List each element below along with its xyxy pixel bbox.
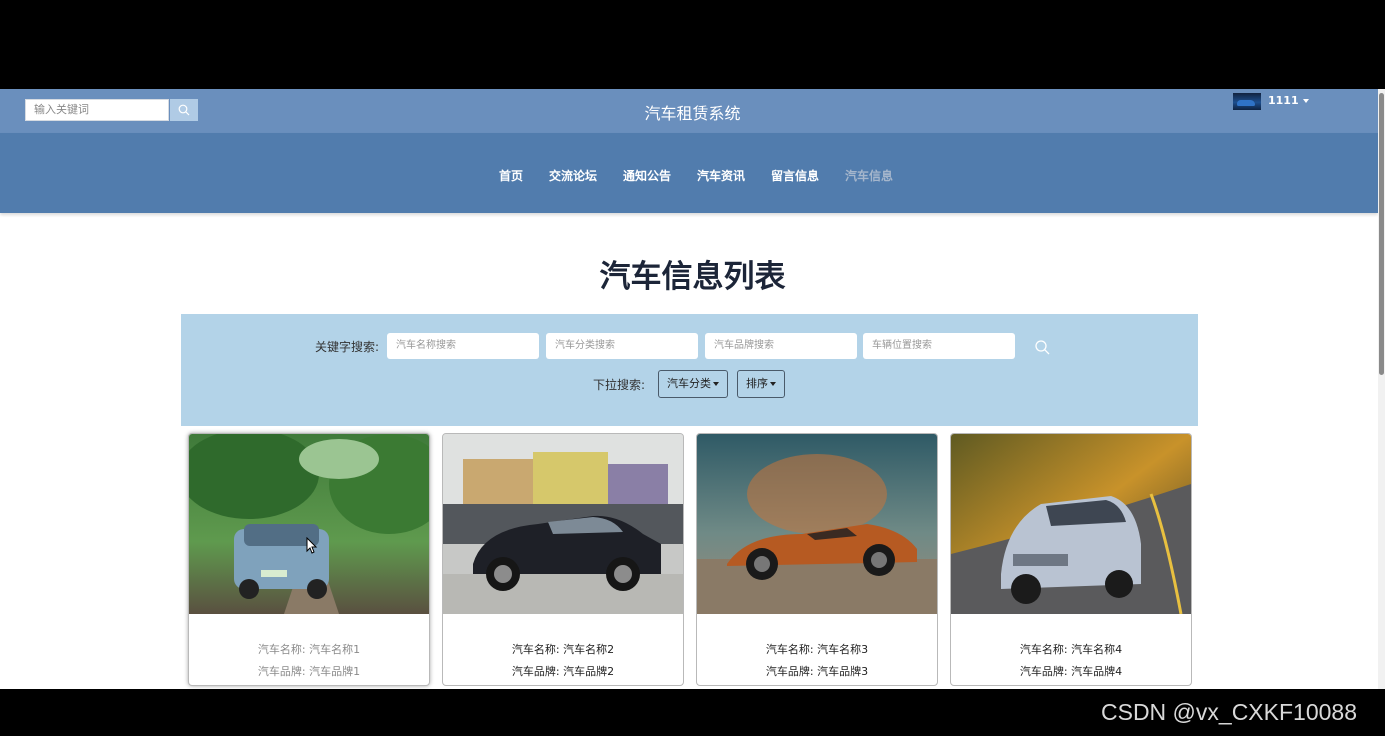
top-bar: 输入关键词 汽车租赁系统 1111 xyxy=(0,89,1378,133)
car-photo xyxy=(697,434,937,614)
car-brand: 汽车品牌: 汽车品牌4 xyxy=(1019,665,1123,678)
sort-dropdown-label: 排序 xyxy=(746,377,768,390)
car-name-search-input[interactable]: 汽车名称搜索 xyxy=(387,333,539,359)
site-title: 汽车租赁系统 xyxy=(644,104,741,123)
mouse-cursor-icon xyxy=(306,537,318,554)
nav-item-forum[interactable]: 交流论坛 xyxy=(549,167,597,184)
car-photo xyxy=(951,434,1191,614)
car-card[interactable]: 汽车名称: 汽车名称3 汽车品牌: 汽车品牌3 xyxy=(696,433,938,686)
user-name[interactable]: 1111 xyxy=(1268,94,1299,107)
car-card[interactable]: 汽车名称: 汽车名称1 汽车品牌: 汽车品牌1 xyxy=(188,433,430,686)
scrollbar[interactable] xyxy=(1378,89,1385,689)
avatar[interactable] xyxy=(1233,93,1261,110)
caret-down-icon xyxy=(770,382,776,386)
dropdown-search-label: 下拉搜索: xyxy=(593,378,646,392)
car-photo xyxy=(443,434,683,614)
car-card[interactable]: 汽车名称: 汽车名称2 汽车品牌: 汽车品牌2 xyxy=(442,433,684,686)
nav-item-home[interactable]: 首页 xyxy=(499,167,523,184)
car-brand-search-input[interactable]: 汽车品牌搜索 xyxy=(705,333,857,359)
main-nav: 首页 交流论坛 通知公告 汽车资讯 留言信息 汽车信息 xyxy=(0,133,1378,213)
nav-item-news[interactable]: 汽车资讯 xyxy=(697,167,745,184)
nav-item-car-info[interactable]: 汽车信息 xyxy=(845,167,893,184)
car-location-search-input[interactable]: 车辆位置搜索 xyxy=(863,333,1015,359)
car-name: 汽车名称: 汽车名称3 xyxy=(765,643,869,656)
category-dropdown-label: 汽车分类 xyxy=(667,377,711,390)
car-brand: 汽车品牌: 汽车品牌1 xyxy=(257,665,361,678)
car-category-search-input[interactable]: 汽车分类搜索 xyxy=(546,333,698,359)
search-icon[interactable] xyxy=(1035,340,1050,355)
car-brand: 汽车品牌: 汽车品牌3 xyxy=(765,665,869,678)
chevron-down-icon[interactable] xyxy=(1303,99,1309,103)
car-brand: 汽车品牌: 汽车品牌2 xyxy=(511,665,615,678)
nav-item-messages[interactable]: 留言信息 xyxy=(771,167,819,184)
page-title: 汽车信息列表 xyxy=(599,259,786,295)
car-name: 汽车名称: 汽车名称4 xyxy=(1019,643,1123,656)
category-dropdown[interactable]: 汽车分类 xyxy=(658,370,728,398)
nav-item-notice[interactable]: 通知公告 xyxy=(623,167,671,184)
filter-panel: 关键字搜索: 汽车名称搜索 汽车分类搜索 汽车品牌搜索 车辆位置搜索 下拉搜索:… xyxy=(181,314,1198,426)
car-photo xyxy=(189,434,429,614)
sort-dropdown[interactable]: 排序 xyxy=(737,370,785,398)
caret-down-icon xyxy=(713,382,719,386)
car-name: 汽车名称: 汽车名称1 xyxy=(257,643,361,656)
car-card[interactable]: 汽车名称: 汽车名称4 汽车品牌: 汽车品牌4 xyxy=(950,433,1192,686)
scrollbar-thumb[interactable] xyxy=(1379,93,1384,375)
car-name: 汽车名称: 汽车名称2 xyxy=(511,643,615,656)
watermark: CSDN @vx_CXKF10088 xyxy=(1101,699,1357,725)
browser-viewport: 输入关键词 汽车租赁系统 1111 首页 交流论坛 通知公告 汽车资讯 留言信息… xyxy=(0,89,1385,689)
keyword-search-label: 关键字搜索: xyxy=(315,340,380,354)
